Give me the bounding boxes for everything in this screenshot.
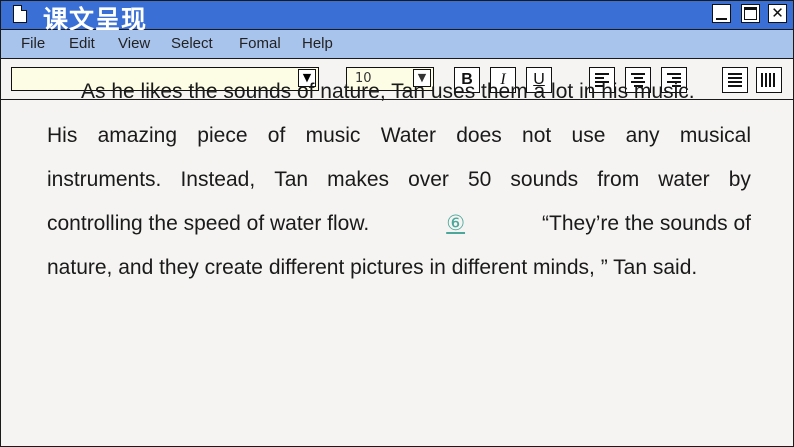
- minimize-button[interactable]: [712, 4, 731, 23]
- menu-file[interactable]: File: [21, 35, 45, 52]
- text-span: instruments. Instead, Tan makes over 50 sounds…: [47, 165, 751, 209]
- word: of: [267, 124, 286, 147]
- menu-fomal[interactable]: Fomal: [239, 35, 281, 52]
- menu-bar: File Edit View Select Fomal Help: [1, 30, 793, 59]
- word: does: [456, 124, 502, 147]
- word: over: [408, 168, 449, 191]
- word: instruments.: [47, 168, 162, 191]
- text-line: His amazing piece of music Water does not use any…: [47, 121, 751, 165]
- document-icon: [13, 5, 27, 23]
- word: makes: [327, 168, 390, 191]
- maximize-icon: [744, 7, 757, 20]
- word: Tan: [274, 168, 309, 191]
- word: amazing: [97, 124, 178, 147]
- text-span: nature, and they create different pictur…: [47, 256, 698, 279]
- word: not: [522, 124, 552, 147]
- word: use: [571, 124, 606, 147]
- document-body[interactable]: As he likes the sounds of nature, Tan us…: [47, 77, 751, 297]
- text-line: nature, and they create different pictur…: [47, 253, 751, 297]
- word: musical: [679, 124, 751, 147]
- word: any: [625, 124, 660, 147]
- maximize-button[interactable]: [741, 4, 760, 23]
- text-line: instruments. Instead, Tan makes over 50 sounds…: [47, 165, 751, 209]
- text-span: “They’re the sounds of: [542, 212, 751, 235]
- blank-marker[interactable]: ⑥: [436, 209, 475, 253]
- text-line: As he likes the sounds of nature, Tan us…: [47, 77, 751, 121]
- menu-select[interactable]: Select: [171, 35, 213, 52]
- word: 50: [468, 168, 492, 191]
- menu-edit[interactable]: Edit: [69, 35, 95, 52]
- word: from: [597, 168, 640, 191]
- title-bar[interactable]: 课文呈现 ✕: [1, 1, 793, 34]
- text-span: controlling the speed of water flow.: [47, 212, 370, 235]
- word: piece: [197, 124, 248, 147]
- minimize-icon: [716, 18, 727, 20]
- word: by: [728, 168, 751, 191]
- text-span: His amazing piece of music Water does not use any…: [47, 121, 751, 165]
- word: music: [305, 124, 361, 147]
- word: Water: [380, 124, 436, 147]
- menu-view[interactable]: View: [118, 35, 150, 52]
- text-span: As he likes the sounds of nature, Tan us…: [81, 80, 695, 103]
- word: water: [658, 168, 710, 191]
- close-button[interactable]: ✕: [768, 4, 787, 23]
- columns-button[interactable]: [756, 67, 782, 93]
- menu-help[interactable]: Help: [302, 35, 333, 52]
- word: His: [47, 124, 78, 147]
- text-line: controlling the speed of water flow. ⑥ “…: [47, 209, 751, 253]
- word: Instead,: [180, 168, 256, 191]
- columns-icon: [761, 73, 775, 87]
- editor-window: 课文呈现 ✕ File Edit View Select Fomal Help …: [0, 0, 794, 447]
- word: sounds: [510, 168, 579, 191]
